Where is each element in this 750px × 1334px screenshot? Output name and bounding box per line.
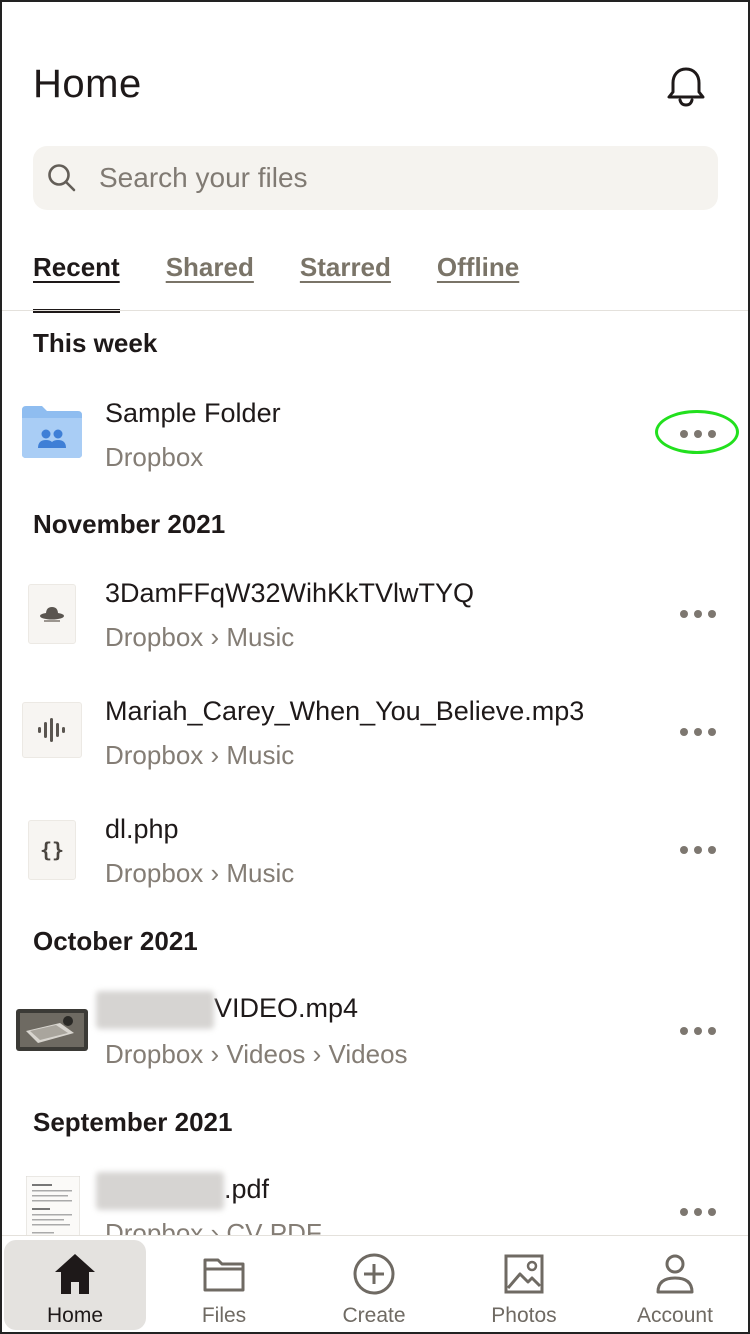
file-path: Dropbox › Music bbox=[105, 740, 295, 770]
file-name: VIDEO.mp4 bbox=[96, 991, 358, 1029]
nav-label: Home bbox=[46, 1304, 104, 1327]
list-item-video[interactable]: VIDEO.mp4 Dropbox › Videos › Videos bbox=[0, 977, 750, 1087]
file-path: Dropbox › Videos › Videos bbox=[105, 1039, 408, 1069]
file-path: Dropbox › Music bbox=[105, 858, 295, 888]
folder-icon bbox=[203, 1258, 245, 1292]
file-name: Mariah_Carey_When_You_Believe.mp3 bbox=[105, 696, 585, 726]
more-options-icon[interactable] bbox=[680, 1204, 716, 1220]
list-item-dlphp[interactable]: {} dl.php Dropbox › Music bbox=[0, 796, 750, 906]
file-name: .pdf bbox=[96, 1172, 269, 1210]
file-name: Sample Folder bbox=[105, 398, 281, 428]
page-title: Home bbox=[33, 62, 142, 106]
list-item-3dam[interactable]: 3DamFFqW32WihKkTVlwTYQ Dropbox › Music bbox=[0, 560, 750, 670]
person-icon bbox=[656, 1254, 694, 1294]
home-icon bbox=[55, 1254, 95, 1294]
search-input[interactable] bbox=[99, 162, 659, 194]
more-options-icon[interactable] bbox=[680, 842, 716, 858]
nav-label: Create bbox=[342, 1304, 406, 1327]
tabs-divider bbox=[0, 310, 750, 311]
nav-files[interactable]: Files bbox=[153, 1240, 295, 1330]
more-options-icon[interactable] bbox=[680, 426, 716, 442]
more-options-icon[interactable] bbox=[680, 1023, 716, 1039]
bell-icon[interactable] bbox=[664, 64, 708, 108]
plus-circle-icon bbox=[353, 1253, 395, 1295]
more-options-icon[interactable] bbox=[680, 724, 716, 740]
list-item-mariah[interactable]: Mariah_Carey_When_You_Believe.mp3 Dropbo… bbox=[0, 678, 750, 788]
file-name: dl.php bbox=[105, 814, 179, 844]
section-header-november: November 2021 bbox=[33, 509, 226, 539]
tab-recent[interactable]: Recent bbox=[33, 252, 120, 313]
section-header-october: October 2021 bbox=[33, 926, 198, 956]
shared-folder-icon bbox=[22, 406, 82, 458]
nav-home[interactable]: Home bbox=[4, 1240, 146, 1330]
audio-waveform-icon bbox=[22, 702, 82, 758]
file-path: Dropbox › Music bbox=[105, 622, 295, 652]
bottom-nav: Home Files Create Photos Account bbox=[0, 1235, 750, 1334]
file-name: 3DamFFqW32WihKkTVlwTYQ bbox=[105, 578, 475, 608]
nav-create[interactable]: Create bbox=[303, 1240, 445, 1330]
nav-label: Photos bbox=[491, 1304, 557, 1327]
nav-account[interactable]: Account bbox=[604, 1240, 746, 1330]
nav-label: Files bbox=[201, 1304, 247, 1327]
list-item-sample-folder[interactable]: Sample Folder Dropbox bbox=[0, 378, 750, 488]
tab-starred[interactable]: Starred bbox=[300, 252, 391, 305]
ufo-file-icon bbox=[28, 584, 76, 644]
nav-label: Account bbox=[637, 1304, 713, 1327]
search-bar[interactable] bbox=[33, 146, 718, 210]
nav-photos[interactable]: Photos bbox=[453, 1240, 595, 1330]
section-header-this-week: This week bbox=[33, 328, 158, 358]
more-options-icon[interactable] bbox=[680, 606, 716, 622]
search-icon bbox=[48, 164, 76, 192]
tab-bar: Recent Shared Starred Offline bbox=[33, 252, 565, 313]
video-thumbnail bbox=[16, 1009, 88, 1051]
code-braces-icon: {} bbox=[28, 820, 76, 880]
tab-shared[interactable]: Shared bbox=[166, 252, 254, 305]
section-header-september: September 2021 bbox=[33, 1107, 233, 1137]
file-path: Dropbox bbox=[105, 442, 204, 472]
redacted-filename bbox=[96, 1172, 224, 1210]
tab-offline[interactable]: Offline bbox=[437, 252, 519, 305]
photo-icon bbox=[504, 1254, 544, 1294]
redacted-filename bbox=[96, 991, 214, 1029]
